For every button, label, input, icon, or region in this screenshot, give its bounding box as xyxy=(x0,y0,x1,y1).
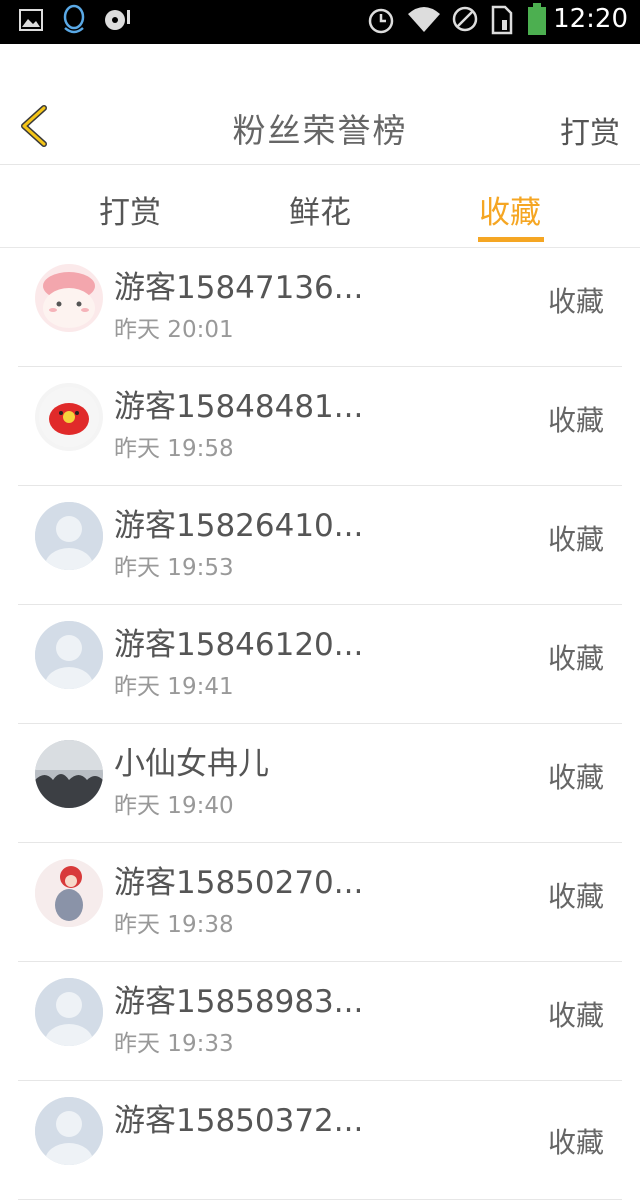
fan-time: 昨天 19:33 xyxy=(114,1031,234,1057)
fan-action: 收藏 xyxy=(547,880,604,913)
fan-action: 收藏 xyxy=(547,761,604,794)
fan-name: 游客15850270... xyxy=(114,865,364,901)
wifi-icon xyxy=(408,7,440,32)
fan-action: 收藏 xyxy=(547,999,604,1032)
default-user-avatar-icon xyxy=(35,502,103,570)
fan-time: 昨天 19:41 xyxy=(114,674,234,700)
clock: 12:20 xyxy=(553,4,628,34)
photo-avatar-icon xyxy=(35,740,103,808)
list-item[interactable]: 游客15848481... 昨天 19:58 收藏 xyxy=(18,367,622,486)
list-item[interactable]: 游客15850270... 昨天 19:38 收藏 xyxy=(18,843,622,962)
list-item[interactable]: 游客15858983... 昨天 19:33 收藏 xyxy=(18,962,622,1081)
fan-time: 昨天 19:38 xyxy=(114,912,234,938)
fan-name: 游客15850372... xyxy=(114,1103,364,1139)
list-item[interactable]: 游客15850372... 收藏 xyxy=(18,1081,622,1200)
list-item[interactable]: 游客15846120... 昨天 19:41 收藏 xyxy=(18,605,622,724)
fan-action: 收藏 xyxy=(547,285,604,318)
battery-icon xyxy=(528,3,546,35)
qq-icon xyxy=(63,4,85,34)
alarm-icon xyxy=(368,8,394,34)
pink-bunny-avatar-icon xyxy=(43,272,95,328)
avatar xyxy=(35,740,103,808)
fan-name: 小仙女冉儿 xyxy=(114,746,269,782)
anime-girl-avatar-icon xyxy=(35,859,103,927)
avatar xyxy=(35,383,103,451)
list-item[interactable]: 小仙女冉儿 昨天 19:40 收藏 xyxy=(18,724,622,843)
fan-name: 游客15847136... xyxy=(114,270,364,306)
active-tab-indicator xyxy=(478,237,544,242)
status-bar: 12:20 xyxy=(0,0,640,44)
fan-action: 收藏 xyxy=(547,523,604,556)
tab-reward[interactable]: 打赏 xyxy=(70,187,190,232)
avatar xyxy=(35,264,103,332)
default-user-avatar-icon xyxy=(35,621,103,689)
default-user-avatar-icon xyxy=(35,978,103,1046)
sd-card-icon xyxy=(491,5,513,35)
tab-favorites[interactable]: 收藏 xyxy=(450,187,570,232)
fan-time: 昨天 19:53 xyxy=(114,555,234,581)
fans-list: 游客15847136... 昨天 20:01 收藏 游客15848481... … xyxy=(0,248,640,1200)
music-icon xyxy=(105,10,130,30)
title-bar: 粉丝荣誉榜 打赏 xyxy=(0,86,640,165)
fan-time: 昨天 20:01 xyxy=(114,317,234,343)
fan-name: 游客15858983... xyxy=(114,984,364,1020)
red-chick-avatar-icon xyxy=(39,387,99,447)
avatar xyxy=(35,621,103,689)
tab-flowers[interactable]: 鲜花 xyxy=(260,187,380,232)
page-title: 粉丝荣誉榜 xyxy=(232,111,408,150)
default-user-avatar-icon xyxy=(35,1097,103,1165)
avatar xyxy=(35,502,103,570)
fan-name: 游客15826410... xyxy=(114,508,364,544)
fan-action: 收藏 xyxy=(547,1126,604,1159)
avatar xyxy=(35,978,103,1046)
image-icon xyxy=(19,9,43,31)
list-item[interactable]: 游客15847136... 昨天 20:01 收藏 xyxy=(18,248,622,367)
reward-button[interactable]: 打赏 xyxy=(560,108,620,152)
fan-name: 游客15848481... xyxy=(114,389,364,425)
list-item[interactable]: 游客15826410... 昨天 19:53 收藏 xyxy=(18,486,622,605)
tab-bar: 打赏 鲜花 收藏 xyxy=(0,165,640,248)
avatar xyxy=(35,859,103,927)
no-sim-icon xyxy=(452,6,478,32)
fan-name: 游客15846120... xyxy=(114,627,364,663)
fan-action: 收藏 xyxy=(547,404,604,437)
fan-action: 收藏 xyxy=(547,642,604,675)
avatar xyxy=(35,1097,103,1165)
fan-time: 昨天 19:40 xyxy=(114,793,234,819)
fan-time: 昨天 19:58 xyxy=(114,436,234,462)
